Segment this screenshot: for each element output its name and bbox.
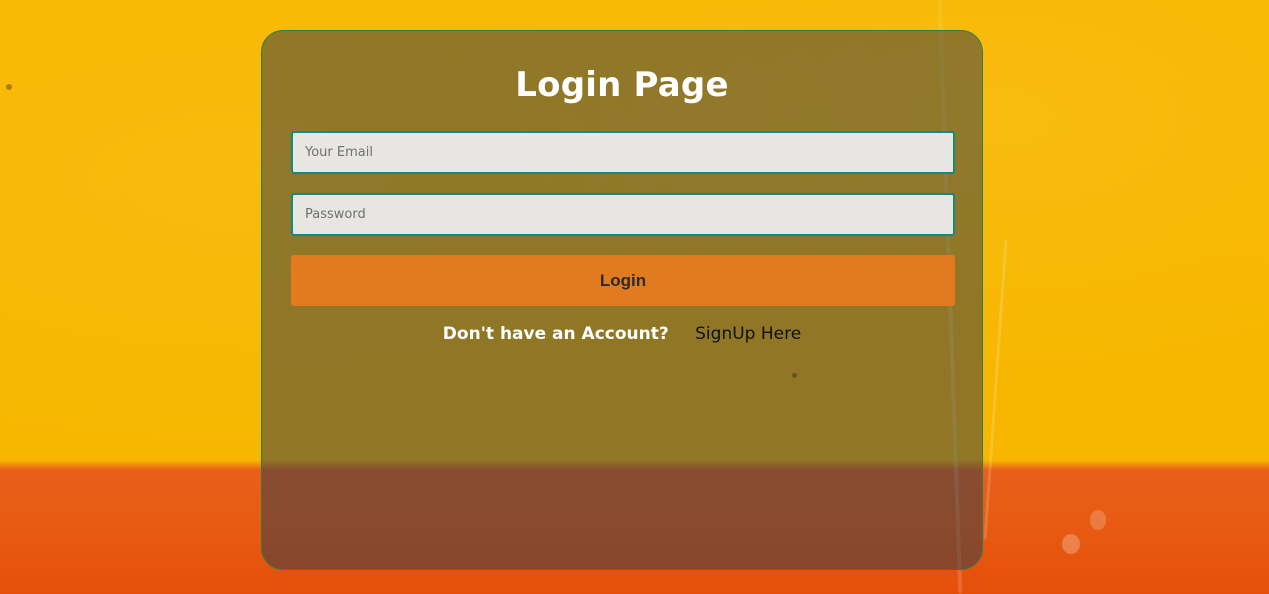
signup-row: Don't have an Account? SignUp Here	[262, 323, 982, 345]
wall-crack	[983, 240, 1008, 540]
signup-link[interactable]: SignUp Here	[695, 324, 801, 344]
wall-spot	[1090, 510, 1106, 530]
login-card: Login Page Login Don't have an Account? …	[261, 30, 983, 570]
login-button[interactable]: Login	[291, 255, 955, 306]
password-field[interactable]	[291, 193, 955, 236]
email-field[interactable]	[291, 131, 955, 174]
wall-spot	[6, 84, 12, 90]
page-title: Login Page	[515, 65, 729, 105]
account-prompt: Don't have an Account?	[442, 324, 669, 344]
wall-spot	[1062, 534, 1080, 554]
